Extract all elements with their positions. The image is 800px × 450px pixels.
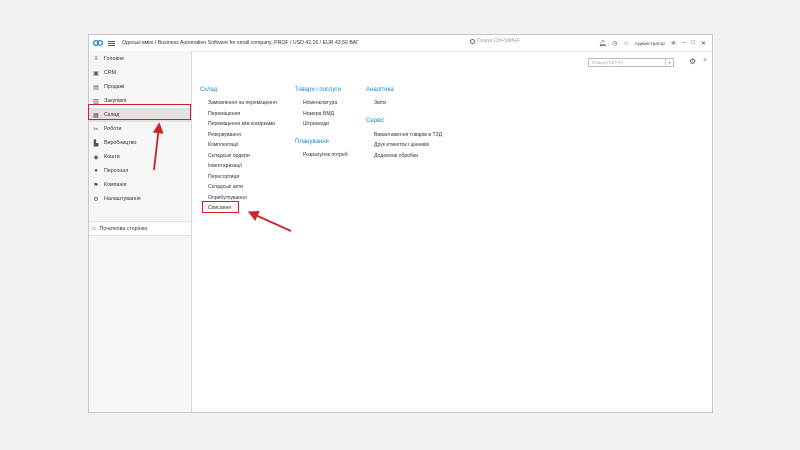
title-bar-icons: 🔔︎ ◷ ☆ Адміністратор ≑ – □ ✕ xyxy=(599,37,706,49)
link-inventories[interactable]: Інвентаризації xyxy=(208,163,242,169)
section-title-goods: Товари і послуги xyxy=(295,87,341,93)
sidebar-item-label: Виробництво xyxy=(104,140,137,146)
sidebar-item-settings[interactable]: ⚙ Налаштування xyxy=(89,192,191,206)
link-reservations[interactable]: Резервування xyxy=(208,132,241,138)
sidebar-item-label: Роботи xyxy=(104,126,122,132)
gear-icon: ⚙ xyxy=(93,196,99,203)
sidebar-item-label: Персонал xyxy=(104,168,129,174)
app-logo-icon xyxy=(93,39,103,47)
link-nomenclature[interactable]: Номенклатура xyxy=(303,100,337,106)
main-menu-icon[interactable] xyxy=(108,40,115,46)
link-regrading[interactable]: Пересортиця xyxy=(208,174,239,180)
person-icon: ● xyxy=(94,168,98,174)
current-user[interactable]: Адміністратор xyxy=(635,41,665,46)
section-title-analytics: Аналітика xyxy=(366,87,394,93)
tools-icon: ✂ xyxy=(93,126,99,133)
sales-icon: ▤ xyxy=(93,84,99,91)
sidebar-item-crm[interactable]: ▣ CRM xyxy=(89,66,191,80)
main-panel: Пошук (Ctrl+F) ▾ ⚙ × Склад Замовлення на… xyxy=(192,51,712,412)
section-title-planning: Планування xyxy=(295,139,329,145)
link-additional-processing[interactable]: Додаткові обробки xyxy=(374,153,418,159)
app-window: Одеські вміні / Business Automation Soft… xyxy=(88,34,713,413)
sidebar-item-label: Кошти xyxy=(104,154,120,160)
production-icon: ▙ xyxy=(93,140,99,147)
section-title-service: Сервіс xyxy=(366,118,385,124)
sidebar-item-company[interactable]: ⚑ Компанія xyxy=(89,178,191,192)
link-transfer-orders[interactable]: Замовлення на переміщення xyxy=(208,100,277,106)
section-search-input[interactable]: Пошук (Ctrl+F) ▾ xyxy=(588,58,674,67)
sidebar-item-label: Налаштування xyxy=(104,196,141,202)
chevron-down-icon[interactable]: ▾ xyxy=(665,59,673,66)
settings-sliders-icon[interactable]: ≑ xyxy=(671,40,676,47)
flag-icon: ⚑ xyxy=(93,182,99,189)
link-barcodes[interactable]: Штрихкоди xyxy=(303,121,329,127)
window-title: Одеські вміні / Business Automation Soft… xyxy=(122,40,359,46)
link-cell-transfers[interactable]: Переміщення між комірками xyxy=(208,121,275,127)
menu-lines-icon: ≡ xyxy=(94,56,98,62)
highlight-box-warehouse xyxy=(88,104,191,120)
global-search[interactable]: Пошук Ctrl+Shift+F xyxy=(470,38,520,44)
section-title-warehouse: Склад xyxy=(200,87,218,93)
sidebar-item-sales[interactable]: ▤ Продажі xyxy=(89,80,191,94)
title-bar: Одеські вміні / Business Automation Soft… xyxy=(89,35,712,52)
link-needs-calculation[interactable]: Розрахунок потреб xyxy=(303,152,348,158)
link-export-to-tsd[interactable]: Вивантаження товарів в ТЗД xyxy=(374,132,442,138)
highlight-box-write-offs xyxy=(202,201,239,213)
sidebar-item-label: Компанія xyxy=(104,182,127,188)
crm-icon: ▣ xyxy=(93,70,99,77)
money-icon: ◉ xyxy=(93,154,99,161)
close-icon[interactable]: ✕ xyxy=(701,40,706,47)
home-icon: ⌂ xyxy=(92,225,96,232)
link-print-labels[interactable]: Друк етикеток і цінників xyxy=(374,142,429,148)
global-search-placeholder: Пошук Ctrl+Shift+F xyxy=(477,38,521,44)
link-warehouse-acts[interactable]: Складські акти xyxy=(208,184,243,190)
sidebar-item-production[interactable]: ▙ Виробництво xyxy=(89,136,191,150)
bell-icon[interactable]: 🔔︎ xyxy=(599,40,607,47)
gear-icon[interactable]: ⚙ xyxy=(689,57,696,66)
link-transfers[interactable]: Переміщення xyxy=(208,111,240,117)
section-search-placeholder: Пошук (Ctrl+F) xyxy=(592,60,623,65)
star-icon[interactable]: ☆ xyxy=(624,40,629,47)
link-customs-numbers[interactable]: Номера ВМД xyxy=(303,111,334,117)
sidebar-item-home[interactable]: ⌂ Початкова сторінка xyxy=(89,221,191,236)
sidebar-item-label: Продажі xyxy=(104,84,125,90)
minimize-icon[interactable]: – xyxy=(682,40,685,46)
link-warehouse-orders[interactable]: Складські ордери xyxy=(208,153,250,159)
sidebar-item-money[interactable]: ◉ Кошти xyxy=(89,150,191,164)
link-reports[interactable]: Звіти xyxy=(374,100,386,106)
sidebar-item-main[interactable]: ≡ Головне xyxy=(89,52,191,66)
sidebar-item-label: Головне xyxy=(104,56,125,62)
link-kits[interactable]: Комплектації xyxy=(208,142,239,148)
sidebar-item-works[interactable]: ✂ Роботи xyxy=(89,122,191,136)
search-icon xyxy=(470,38,475,44)
history-icon[interactable]: ◷ xyxy=(612,40,617,47)
sidebar-item-label: CRM xyxy=(104,70,117,76)
sidebar-item-personnel[interactable]: ● Персонал xyxy=(89,164,191,178)
sidebar-item-label: Початкова сторінка xyxy=(99,225,148,232)
close-icon[interactable]: × xyxy=(703,57,707,64)
maximize-icon[interactable]: □ xyxy=(691,40,695,46)
